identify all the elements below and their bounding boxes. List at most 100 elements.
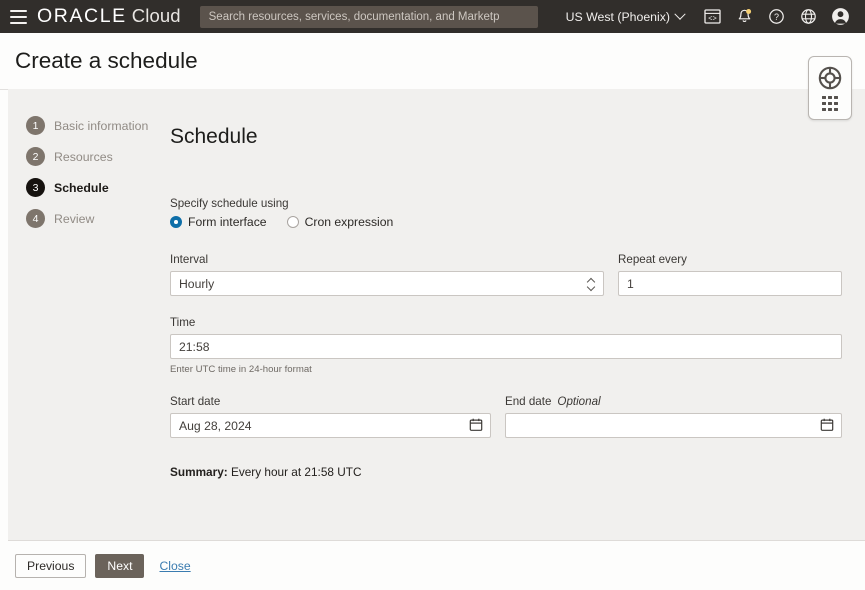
radio-form-interface[interactable]: Form interface: [170, 215, 267, 229]
radio-cron-expression[interactable]: Cron expression: [287, 215, 394, 229]
grid-dot: [834, 102, 838, 106]
previous-button[interactable]: Previous: [15, 554, 86, 578]
start-date-label: Start date: [170, 395, 491, 408]
calendar-icon[interactable]: [820, 417, 834, 434]
next-button[interactable]: Next: [95, 554, 144, 578]
radio-button-icon: [170, 216, 182, 228]
grid-dot: [834, 96, 838, 100]
cloud-shell-icon[interactable]: <>: [696, 0, 728, 33]
wizard-step-list: 1 Basic information 2 Resources 3 Schedu…: [26, 110, 156, 234]
step-number: 4: [26, 209, 45, 228]
apps-grid-icon: [822, 96, 838, 112]
start-date-field-group: Start date Aug 28, 2024: [170, 395, 491, 438]
region-label: US West (Phoenix): [566, 10, 670, 24]
search-placeholder-text: Search resources, services, documentatio…: [209, 11, 500, 23]
interval-value: Hourly: [179, 277, 214, 291]
sidebar-step-basic-information[interactable]: 1 Basic information: [26, 110, 156, 141]
hamburger-line: [10, 22, 27, 24]
logo-oracle-text: ORACLE: [37, 5, 127, 28]
specify-schedule-using-label: Specify schedule using: [170, 197, 853, 210]
repeat-every-input[interactable]: 1: [618, 271, 842, 296]
calendar-icon[interactable]: [469, 417, 483, 434]
step-label: Review: [54, 212, 94, 226]
date-row: Start date Aug 28, 2024 End dat: [170, 395, 853, 438]
cloud-shell-glyph: <>: [704, 9, 721, 24]
nav-right-cluster: US West (Phoenix) <> ?: [554, 0, 865, 33]
step-label: Basic information: [54, 119, 148, 133]
help-icon[interactable]: ?: [760, 0, 792, 33]
help-question-glyph: ?: [768, 8, 785, 25]
hamburger-menu-icon[interactable]: [0, 0, 34, 33]
step-number: 3: [26, 178, 45, 197]
bell-glyph: [736, 8, 753, 25]
user-avatar-icon[interactable]: [824, 0, 856, 33]
grid-dot: [828, 108, 832, 112]
radio-label: Cron expression: [305, 215, 394, 229]
time-field-group: Time 21:58 Enter UTC time in 24-hour for…: [170, 316, 842, 375]
sidebar-step-resources[interactable]: 2 Resources: [26, 141, 156, 172]
end-date-optional-tag: Optional: [557, 395, 600, 408]
grid-dot: [822, 96, 826, 100]
notifications-bell-icon[interactable]: [728, 0, 760, 33]
start-date-input[interactable]: Aug 28, 2024: [170, 413, 491, 438]
step-label: Schedule: [54, 181, 109, 195]
repeat-every-value: 1: [627, 277, 634, 291]
end-date-label-row: End date Optional: [505, 395, 842, 413]
chevron-up-icon: [588, 279, 595, 283]
end-date-field-group: End date Optional: [505, 395, 842, 438]
calendar-glyph: [469, 417, 483, 431]
select-stepper-icon[interactable]: [588, 279, 595, 289]
language-globe-icon[interactable]: [792, 0, 824, 33]
summary-label: Summary:: [170, 465, 228, 479]
time-label: Time: [170, 316, 842, 329]
sidebar-step-review[interactable]: 4 Review: [26, 203, 156, 234]
time-helper-text: Enter UTC time in 24-hour format: [170, 364, 842, 375]
step-number: 1: [26, 116, 45, 135]
step-label: Resources: [54, 150, 113, 164]
region-selector[interactable]: US West (Phoenix): [554, 0, 696, 33]
global-search-input[interactable]: Search resources, services, documentatio…: [200, 6, 538, 28]
page-title-bar: Create a schedule: [0, 33, 865, 89]
interval-label: Interval: [170, 253, 604, 266]
hamburger-line: [10, 10, 27, 12]
top-navigation-bar: ORACLE Cloud Search resources, services,…: [0, 0, 865, 33]
grid-dot: [834, 108, 838, 112]
svg-text:<>: <>: [708, 16, 717, 24]
time-value: 21:58: [179, 340, 210, 354]
calendar-glyph: [820, 417, 834, 431]
chevron-down-icon: [674, 8, 685, 19]
repeat-every-label: Repeat every: [618, 253, 842, 266]
start-date-value: Aug 28, 2024: [179, 419, 252, 433]
schedule-mode-radio-group: Form interface Cron expression: [170, 215, 853, 229]
end-date-input[interactable]: [505, 413, 842, 438]
summary-text: Every hour at 21:58 UTC: [228, 465, 362, 479]
schedule-form: Schedule Specify schedule using Form int…: [163, 125, 853, 479]
svg-text:?: ?: [773, 12, 778, 22]
radio-label: Form interface: [188, 215, 267, 229]
interval-select[interactable]: Hourly: [170, 271, 604, 296]
close-link[interactable]: Close: [159, 559, 190, 573]
life-ring-icon: [817, 65, 843, 91]
grid-dot: [828, 96, 832, 100]
radio-button-icon: [287, 216, 299, 228]
logo-cloud-text: Cloud: [132, 5, 181, 27]
hamburger-line: [10, 16, 27, 18]
oracle-cloud-logo[interactable]: ORACLE Cloud: [37, 5, 181, 28]
wizard-content-panel: 1 Basic information 2 Resources 3 Schedu…: [8, 89, 865, 540]
repeat-every-field-group: Repeat every 1: [618, 253, 842, 296]
time-input[interactable]: 21:58: [170, 334, 842, 359]
support-widget-button[interactable]: [808, 56, 852, 120]
interval-repeat-row: Interval Hourly Repeat every 1: [170, 253, 853, 296]
chevron-down-icon: [588, 285, 595, 289]
time-row: Time 21:58 Enter UTC time in 24-hour for…: [170, 316, 853, 375]
schedule-summary: Summary: Every hour at 21:58 UTC: [170, 465, 853, 479]
section-title: Schedule: [170, 125, 853, 149]
avatar-glyph: [831, 7, 850, 26]
end-date-label: End date: [505, 395, 551, 408]
step-number: 2: [26, 147, 45, 166]
globe-glyph: [800, 8, 817, 25]
grid-dot: [822, 102, 826, 106]
sidebar-step-schedule[interactable]: 3 Schedule: [26, 172, 156, 203]
interval-field-group: Interval Hourly: [170, 253, 604, 296]
wizard-footer: Previous Next Close: [0, 541, 865, 590]
